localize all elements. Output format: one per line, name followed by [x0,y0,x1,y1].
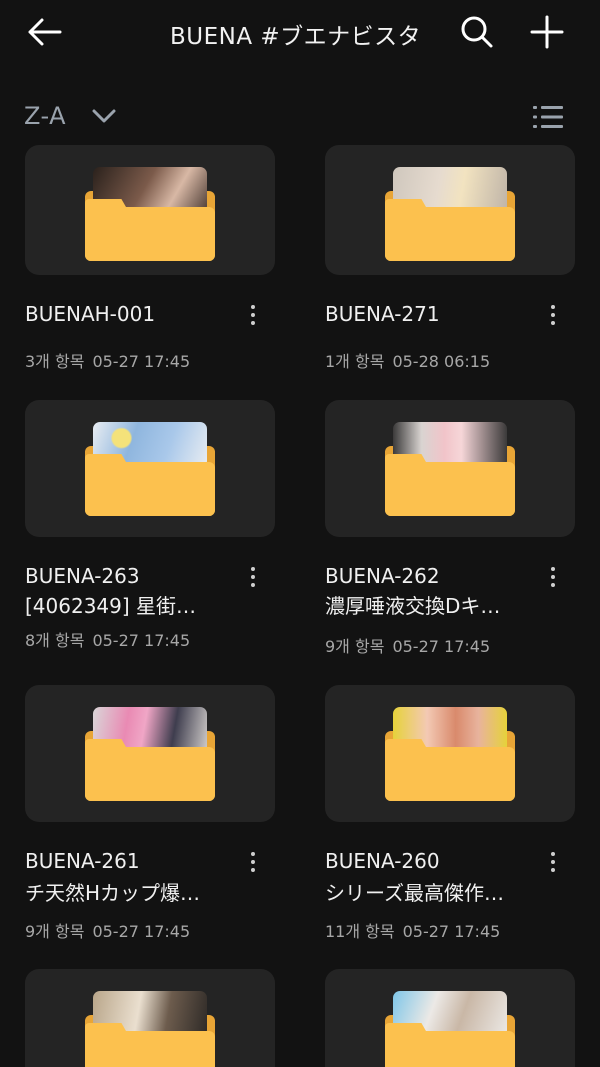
folder-name: BUENA-271 [325,302,440,326]
folder-thumbnail[interactable] [25,400,275,537]
item-count: 9개 항목 [25,922,85,941]
modified-date: 05-27 17:45 [392,637,491,656]
folder-subtitle: チ天然Hカップ爆… [25,881,201,905]
folder-thumbnail[interactable] [25,969,275,1067]
modified-date: 05-28 06:15 [392,352,491,371]
sort-order-dropdown[interactable]: Z-A [24,98,116,134]
sort-bar: Z-A [0,92,600,142]
folder-meta: 9개 항목 05-27 17:45 [25,918,190,942]
top-app-bar: BUENA #ブエナビスタ [0,0,600,64]
chevron-down-icon [92,109,116,123]
folder-icon [85,707,215,807]
folder-subtitle: 濃厚唾液交換Dキ… [325,594,501,618]
item-count: 3개 항목 [25,352,85,371]
search-button[interactable] [455,10,499,54]
folder-thumbnail[interactable] [25,685,275,822]
folder-icon [385,167,515,267]
view-mode-button[interactable] [530,100,566,134]
more-options-button[interactable] [544,847,562,877]
folder-icon [385,422,515,522]
folder-thumbnail[interactable] [325,145,575,275]
modified-date: 05-27 17:45 [402,922,501,941]
folder-meta: 3개 항목 05-27 17:45 [25,348,190,372]
folder-subtitle: [4062349] 星街… [25,594,197,618]
item-count: 9개 항목 [325,637,385,656]
list-view-icon [533,106,563,128]
folder-meta: 8개 항목 05-27 17:45 [25,627,190,651]
folder-meta: 1개 항목 05-28 06:15 [325,348,490,372]
modified-date: 05-27 17:45 [92,922,191,941]
folder-thumbnail[interactable] [25,145,275,275]
item-count: 1개 항목 [325,352,385,371]
folder-subtitle: シリーズ最高傑作… [325,881,504,905]
back-button[interactable] [22,12,66,52]
folder-meta: 9개 항목 05-27 17:45 [325,633,490,657]
arrow-left-icon [28,18,62,46]
folder-icon [85,991,215,1067]
modified-date: 05-27 17:45 [92,352,191,371]
folder-icon [385,991,515,1067]
folder-icon [385,707,515,807]
folder-meta: 11개 항목 05-27 17:45 [325,918,500,942]
add-button[interactable] [525,10,569,54]
more-options-button[interactable] [244,562,262,592]
folder-icon [85,167,215,267]
more-options-button[interactable] [544,300,562,330]
folder-name: BUENA-263 [25,564,140,588]
folder-thumbnail[interactable] [325,969,575,1067]
folder-grid: BUENAH-001 3개 항목 05-27 17:45 BUENA-271 1개… [0,145,600,1067]
folder-thumbnail[interactable] [325,685,575,822]
folder-name: BUENAH-001 [25,302,156,326]
plus-icon [530,15,564,49]
folder-thumbnail[interactable] [325,400,575,537]
item-count: 8개 항목 [25,631,85,650]
folder-icon [85,422,215,522]
modified-date: 05-27 17:45 [92,631,191,650]
more-options-button[interactable] [244,300,262,330]
search-icon [461,16,493,48]
more-options-button[interactable] [544,562,562,592]
item-count: 11개 항목 [325,922,395,941]
sort-label: Z-A [24,102,67,130]
more-options-button[interactable] [244,847,262,877]
folder-name: BUENA-260 [325,849,440,873]
page-title: BUENA #ブエナビスタ [170,24,422,50]
folder-name: BUENA-261 [25,849,140,873]
folder-name: BUENA-262 [325,564,440,588]
